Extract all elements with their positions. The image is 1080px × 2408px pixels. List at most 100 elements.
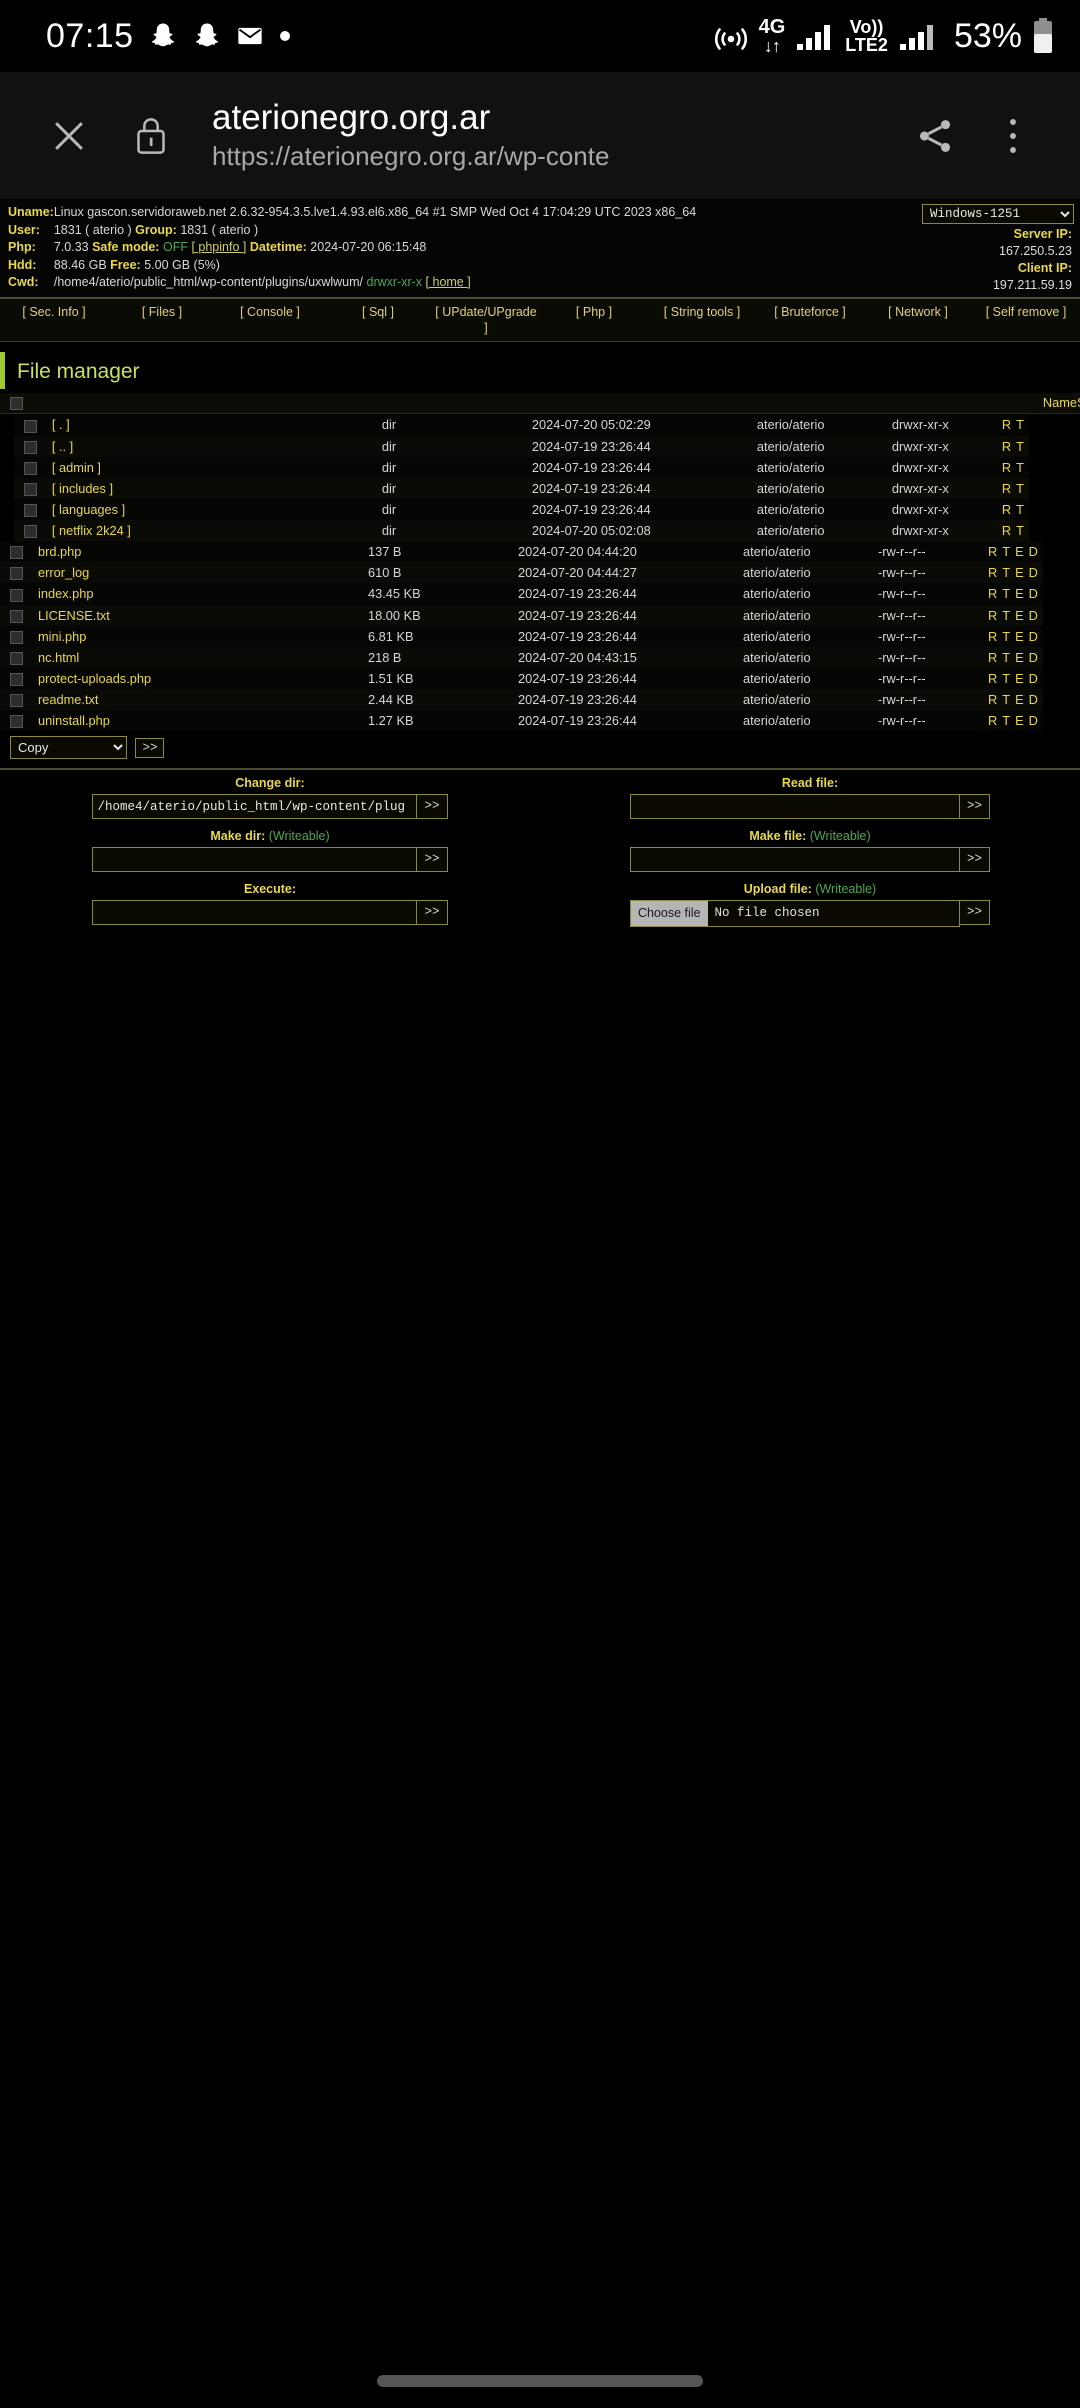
directory-link[interactable]: [ .. ] — [52, 439, 73, 454]
share-icon[interactable] — [896, 115, 974, 157]
action-t-link[interactable]: T — [1016, 502, 1024, 517]
action-t-link[interactable]: T — [1016, 523, 1024, 538]
action-e-link[interactable]: E — [1015, 713, 1024, 728]
action-d-link[interactable]: D — [1029, 629, 1038, 644]
execute-submit-button[interactable]: >> — [417, 900, 448, 926]
nav-item-sql[interactable]: [ Sql ] — [324, 303, 432, 323]
row-checkbox[interactable] — [23, 419, 37, 433]
action-e-link[interactable]: E — [1015, 586, 1024, 601]
action-e-link[interactable]: E — [1015, 692, 1024, 707]
action-d-link[interactable]: D — [1029, 565, 1038, 580]
row-checkbox[interactable] — [10, 673, 23, 687]
file-permissions-cell[interactable]: -rw-r--r-- — [878, 541, 988, 563]
action-r-link[interactable]: R — [988, 692, 997, 707]
action-e-link[interactable]: E — [1015, 650, 1024, 665]
action-d-link[interactable]: D — [1029, 544, 1038, 559]
file-picker[interactable]: Choose file No file chosen — [629, 900, 960, 928]
url-display[interactable]: aterionegro.org.ar https://aterionegro.o… — [212, 98, 896, 173]
lock-icon[interactable] — [114, 114, 188, 158]
action-r-link[interactable]: R — [1002, 417, 1011, 432]
bulk-action-submit-button[interactable]: >> — [135, 738, 165, 759]
row-checkbox[interactable] — [10, 609, 23, 623]
file-link[interactable]: uninstall.php — [38, 713, 110, 728]
action-d-link[interactable]: D — [1029, 713, 1038, 728]
action-t-link[interactable]: T — [1002, 671, 1010, 686]
row-checkbox[interactable] — [10, 588, 23, 602]
row-checkbox[interactable] — [23, 504, 37, 518]
action-r-link[interactable]: R — [988, 671, 997, 686]
nav-item-bruteforce[interactable]: [ Bruteforce ] — [756, 303, 864, 323]
action-t-link[interactable]: T — [1016, 439, 1024, 454]
action-t-link[interactable]: T — [1002, 629, 1010, 644]
directory-link[interactable]: [ admin ] — [52, 460, 101, 475]
directory-link[interactable]: [ netflix 2k24 ] — [52, 523, 131, 538]
action-t-link[interactable]: T — [1016, 460, 1024, 475]
make-file-input[interactable] — [629, 847, 960, 873]
choose-file-button[interactable]: Choose file — [630, 901, 708, 927]
action-t-link[interactable]: T — [1002, 565, 1010, 580]
file-link[interactable]: index.php — [38, 586, 94, 601]
file-permissions-cell[interactable]: -rw-r--r-- — [878, 625, 988, 647]
action-e-link[interactable]: E — [1015, 671, 1024, 686]
row-checkbox[interactable] — [23, 461, 37, 475]
action-r-link[interactable]: R — [988, 608, 997, 623]
action-d-link[interactable]: D — [1029, 586, 1038, 601]
nav-item-console[interactable]: [ Console ] — [216, 303, 324, 323]
file-link[interactable]: error_log — [38, 565, 89, 580]
file-permissions-cell[interactable]: -rw-r--r-- — [878, 689, 988, 711]
bulk-action-select[interactable]: Copy — [10, 736, 127, 760]
action-t-link[interactable]: T — [1002, 692, 1010, 707]
action-e-link[interactable]: E — [1015, 608, 1024, 623]
nav-item-php[interactable]: [ Php ] — [540, 303, 648, 323]
nav-item-update-upgrade[interactable]: [ UPdate/UPgrade ] — [432, 303, 540, 340]
file-permissions-cell[interactable]: drwxr-xr-x — [891, 477, 1002, 499]
upload-file-submit-button[interactable]: >> — [959, 900, 990, 926]
file-link[interactable]: protect-uploads.php — [38, 671, 151, 686]
file-permissions-cell[interactable]: drwxr-xr-x — [891, 456, 1002, 478]
row-checkbox[interactable] — [10, 715, 23, 729]
make-file-submit-button[interactable]: >> — [959, 847, 990, 873]
change-dir-input[interactable] — [92, 794, 418, 820]
make-dir-submit-button[interactable]: >> — [417, 847, 448, 873]
overflow-menu-icon[interactable] — [974, 115, 1052, 157]
file-link[interactable]: brd.php — [38, 544, 81, 559]
action-d-link[interactable]: D — [1029, 692, 1038, 707]
action-r-link[interactable]: R — [1002, 481, 1011, 496]
row-checkbox[interactable] — [10, 546, 23, 560]
file-link[interactable]: LICENSE.txt — [38, 608, 110, 623]
action-r-link[interactable]: R — [1002, 502, 1011, 517]
read-file-submit-button[interactable]: >> — [959, 794, 990, 820]
directory-link[interactable]: [ . ] — [52, 417, 70, 432]
row-checkbox[interactable] — [10, 630, 23, 644]
file-permissions-cell[interactable]: drwxr-xr-x — [891, 435, 1002, 457]
action-e-link[interactable]: E — [1015, 565, 1024, 580]
file-permissions-cell[interactable]: drwxr-xr-x — [891, 414, 1002, 436]
column-header-name[interactable]: Name — [1042, 393, 1078, 415]
action-r-link[interactable]: R — [1002, 460, 1011, 475]
execute-input[interactable] — [92, 900, 418, 926]
action-t-link[interactable]: T — [1002, 586, 1010, 601]
action-t-link[interactable]: T — [1016, 417, 1024, 432]
row-checkbox[interactable] — [10, 651, 23, 665]
action-d-link[interactable]: D — [1029, 671, 1038, 686]
charset-select[interactable]: Windows-1251 — [922, 204, 1074, 224]
directory-link[interactable]: [ languages ] — [52, 502, 125, 517]
action-r-link[interactable]: R — [1002, 439, 1011, 454]
row-checkbox[interactable] — [10, 567, 23, 581]
action-t-link[interactable]: T — [1002, 650, 1010, 665]
action-r-link[interactable]: R — [988, 629, 997, 644]
file-permissions-cell[interactable]: -rw-r--r-- — [878, 562, 988, 584]
action-t-link[interactable]: T — [1002, 608, 1010, 623]
action-t-link[interactable]: T — [1002, 544, 1010, 559]
file-permissions-cell[interactable]: -rw-r--r-- — [878, 646, 988, 668]
file-permissions-cell[interactable]: drwxr-xr-x — [891, 520, 1002, 542]
row-checkbox[interactable] — [10, 694, 23, 708]
action-r-link[interactable]: R — [988, 650, 997, 665]
phpinfo-link[interactable]: [ phpinfo ] — [191, 240, 246, 254]
change-dir-submit-button[interactable]: >> — [417, 794, 448, 820]
action-d-link[interactable]: D — [1029, 650, 1038, 665]
cwd-home-link[interactable]: [ home ] — [426, 275, 471, 289]
file-permissions-cell[interactable]: -rw-r--r-- — [878, 667, 988, 690]
file-link[interactable]: readme.txt — [38, 692, 98, 707]
file-link[interactable]: nc.html — [38, 650, 79, 665]
